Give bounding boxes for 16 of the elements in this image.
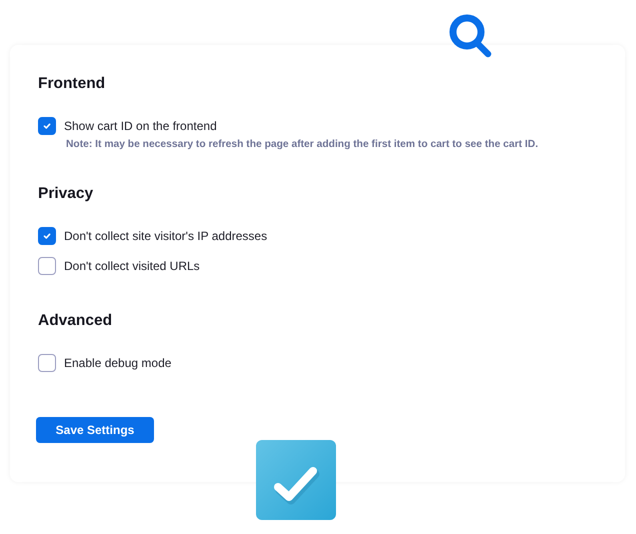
tick-icon <box>42 231 52 241</box>
checkbox[interactable] <box>38 257 56 275</box>
option-label: Show cart ID on the frontend <box>64 119 217 133</box>
checkbox[interactable] <box>38 227 56 245</box>
section-heading: Privacy <box>38 185 94 203</box>
section-heading: Frontend <box>38 75 106 93</box>
section-heading: Advanced <box>38 312 114 330</box>
option-label: Don't collect site visitor's IP addresses <box>64 229 268 243</box>
note-text: Note: It may be necessary to refresh the page after adding the first item to cart to see the cart ID. <box>66 139 540 150</box>
save-button[interactable]: Save Settings <box>36 417 154 443</box>
option-label: Don't collect visited URLs <box>64 259 200 273</box>
option-label: Enable debug mode <box>64 356 172 370</box>
tick-icon <box>42 121 52 131</box>
checkbox[interactable] <box>38 117 56 135</box>
search-icon[interactable] <box>447 12 493 59</box>
checkbox[interactable] <box>38 354 56 372</box>
